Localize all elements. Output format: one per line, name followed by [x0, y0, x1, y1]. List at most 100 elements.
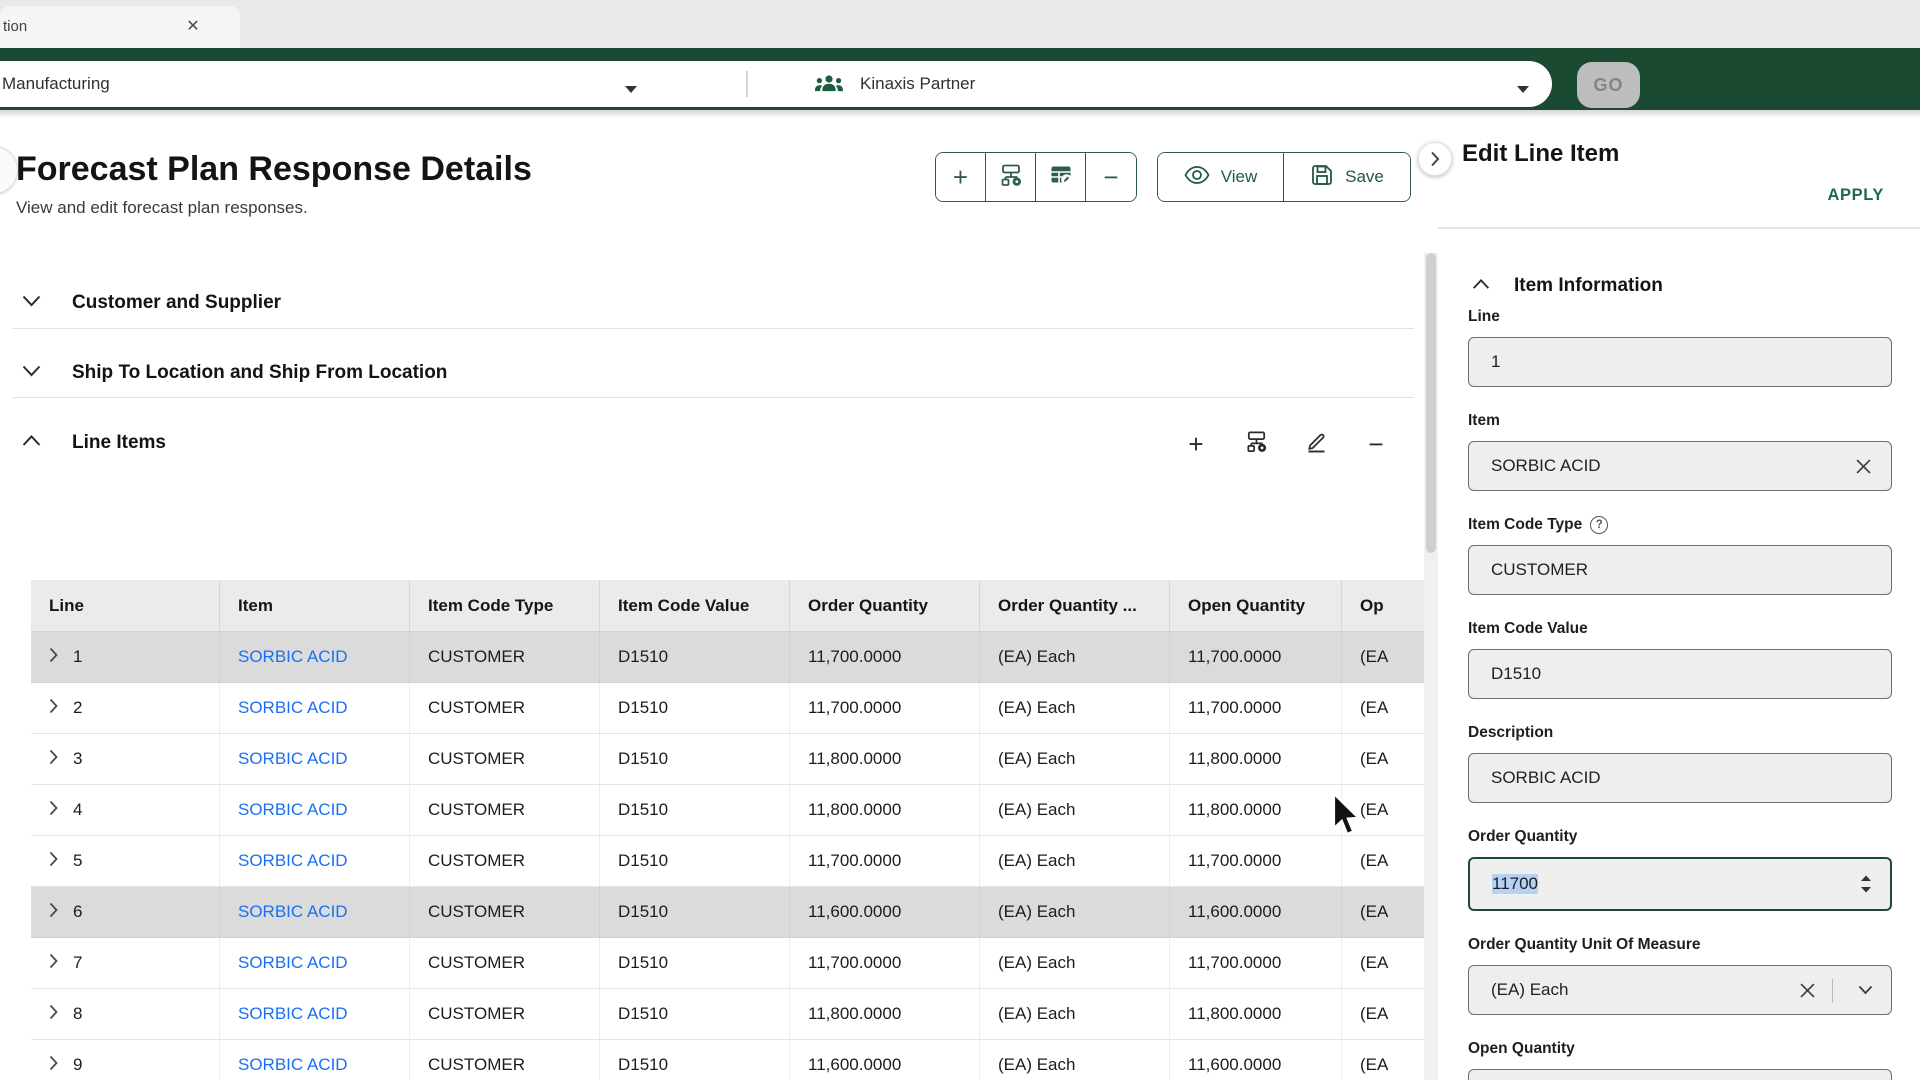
table-row[interactable]: 5SORBIC ACIDCUSTOMERD151011,700.0000(EA)…	[31, 836, 1424, 887]
partner-select[interactable]: Kinaxis Partner	[860, 74, 975, 94]
row-expand-chevron-icon[interactable]	[48, 698, 59, 719]
section-divider	[12, 328, 1414, 329]
hierarchy-line-button[interactable]	[1238, 426, 1274, 462]
item-link[interactable]: SORBIC ACID	[238, 953, 348, 973]
save-button[interactable]: Save	[1284, 153, 1410, 201]
open-qty-cell: 11,800.0000	[1188, 800, 1281, 820]
scenario-select[interactable]: Manufacturing	[2, 74, 110, 94]
line-field[interactable]: 1	[1468, 337, 1892, 387]
item-link[interactable]: SORBIC ACID	[238, 698, 348, 718]
add-line-button[interactable]: +	[1178, 426, 1214, 462]
open-uom-cell: (EA	[1360, 698, 1388, 718]
remove-button[interactable]: −	[1086, 153, 1136, 201]
apply-button[interactable]: APPLY	[1828, 186, 1885, 205]
clear-icon[interactable]	[1856, 442, 1871, 490]
edit-line-button[interactable]	[1298, 426, 1334, 462]
row-expand-chevron-icon[interactable]	[48, 647, 59, 668]
row-expand-chevron-icon[interactable]	[48, 749, 59, 770]
open-qty-cell: 11,700.0000	[1188, 698, 1281, 718]
table-row[interactable]: 2SORBIC ACIDCUSTOMERD151011,700.0000(EA)…	[31, 683, 1424, 734]
item-field[interactable]: SORBIC ACID	[1468, 441, 1892, 491]
line-items-table: LineItemItem Code TypeItem Code ValueOrd…	[31, 580, 1424, 1080]
item-link[interactable]: SORBIC ACID	[238, 647, 348, 667]
chevron-down-icon[interactable]	[1516, 81, 1530, 99]
item-link[interactable]: SORBIC ACID	[238, 1055, 348, 1075]
column-header[interactable]: Item Code Value	[600, 580, 790, 632]
add-button[interactable]: +	[936, 153, 986, 201]
open-quantity-field[interactable]: 11700	[1468, 1069, 1892, 1080]
field-label-text: Line	[1468, 308, 1500, 326]
chevron-up-icon[interactable]	[1472, 277, 1490, 295]
column-header[interactable]: Order Quantity	[790, 580, 980, 632]
help-icon[interactable]: ?	[1590, 516, 1608, 534]
number-stepper-icon[interactable]	[1860, 859, 1872, 909]
uom-cell: (EA) Each	[998, 698, 1075, 718]
item-link[interactable]: SORBIC ACID	[238, 902, 348, 922]
table-row[interactable]: 3SORBIC ACIDCUSTOMERD151011,800.0000(EA)…	[31, 734, 1424, 785]
view-button-label: View	[1221, 167, 1258, 187]
go-button[interactable]: GO	[1577, 62, 1640, 108]
code-value-cell: D1510	[618, 953, 668, 973]
item-link[interactable]: SORBIC ACID	[238, 749, 348, 769]
hierarchy-button[interactable]	[986, 153, 1036, 201]
remove-line-button[interactable]: −	[1358, 426, 1394, 462]
plus-icon: +	[953, 164, 968, 190]
item-code-type-field[interactable]: CUSTOMER	[1468, 545, 1892, 595]
item-code-value-field[interactable]: D1510	[1468, 649, 1892, 699]
selector-divider	[746, 71, 748, 97]
open-qty-cell: 11,600.0000	[1188, 902, 1281, 922]
order-qty-cell: 11,700.0000	[808, 647, 901, 667]
row-expand-chevron-icon[interactable]	[48, 800, 59, 821]
line-number: 1	[73, 647, 82, 667]
table-row[interactable]: 7SORBIC ACIDCUSTOMERD151011,700.0000(EA)…	[31, 938, 1424, 989]
field-value: (EA) Each	[1491, 980, 1568, 1000]
chevron-down-icon[interactable]	[22, 294, 41, 312]
chevron-up-icon[interactable]	[22, 434, 41, 452]
item-link[interactable]: SORBIC ACID	[238, 851, 348, 871]
item-link[interactable]: SORBIC ACID	[238, 1004, 348, 1024]
row-expand-chevron-icon[interactable]	[48, 1004, 59, 1025]
column-header[interactable]: Item	[220, 580, 410, 632]
clear-icon[interactable]	[1800, 966, 1815, 1014]
table-row[interactable]: 4SORBIC ACIDCUSTOMERD151011,800.0000(EA)…	[31, 785, 1424, 836]
table-row[interactable]: 6SORBIC ACIDCUSTOMERD151011,600.0000(EA)…	[31, 887, 1424, 938]
column-header[interactable]: Open Quantity	[1170, 580, 1342, 632]
tab-close-icon[interactable]: ✕	[183, 17, 203, 37]
table-row[interactable]: 8SORBIC ACIDCUSTOMERD151011,800.0000(EA)…	[31, 989, 1424, 1040]
chevron-down-icon[interactable]	[22, 364, 41, 382]
page-subtitle: View and edit forecast plan responses.	[16, 198, 308, 218]
view-save-toolbar: View Save	[1157, 152, 1411, 202]
chevron-down-icon[interactable]	[624, 81, 638, 99]
column-header[interactable]: Line	[31, 580, 220, 632]
view-button[interactable]: View	[1158, 153, 1284, 201]
panel-collapse-button[interactable]	[1418, 142, 1452, 176]
order-quantity-field[interactable]: 11700	[1468, 857, 1892, 911]
hierarchy-icon	[998, 162, 1024, 193]
browser-tab[interactable]: tion ✕	[0, 6, 240, 48]
scrollbar-thumb[interactable]	[1426, 253, 1436, 553]
vertical-scrollbar[interactable]	[1424, 253, 1438, 1080]
table-row[interactable]: 1SORBIC ACIDCUSTOMERD151011,700.0000(EA)…	[31, 632, 1424, 683]
edit-table-button[interactable]	[1036, 153, 1086, 201]
chevron-down-icon[interactable]	[1858, 966, 1873, 1014]
column-header[interactable]: Order Quantity ...	[980, 580, 1170, 632]
section-ship-locations[interactable]: Ship To Location and Ship From Location	[22, 362, 447, 384]
row-expand-chevron-icon[interactable]	[48, 1055, 59, 1076]
order-quantity-unit-of-measure-field[interactable]: (EA) Each	[1468, 965, 1892, 1015]
line-number: 9	[73, 1055, 82, 1075]
row-expand-chevron-icon[interactable]	[48, 851, 59, 872]
open-qty-cell: 11,800.0000	[1188, 749, 1281, 769]
uom-cell: (EA) Each	[998, 1004, 1075, 1024]
open-qty-cell: 11,800.0000	[1188, 1004, 1281, 1024]
row-expand-chevron-icon[interactable]	[48, 902, 59, 923]
section-line-items[interactable]: Line Items	[22, 432, 166, 454]
item-information-section[interactable]: Item Information	[1472, 275, 1663, 297]
column-header[interactable]: Op	[1342, 580, 1424, 632]
description-field[interactable]: SORBIC ACID	[1468, 753, 1892, 803]
section-customer-supplier[interactable]: Customer and Supplier	[22, 292, 281, 314]
line-number: 7	[73, 953, 82, 973]
column-header[interactable]: Item Code Type	[410, 580, 600, 632]
table-row[interactable]: 9SORBIC ACIDCUSTOMERD151011,600.0000(EA)…	[31, 1040, 1424, 1080]
item-link[interactable]: SORBIC ACID	[238, 800, 348, 820]
row-expand-chevron-icon[interactable]	[48, 953, 59, 974]
